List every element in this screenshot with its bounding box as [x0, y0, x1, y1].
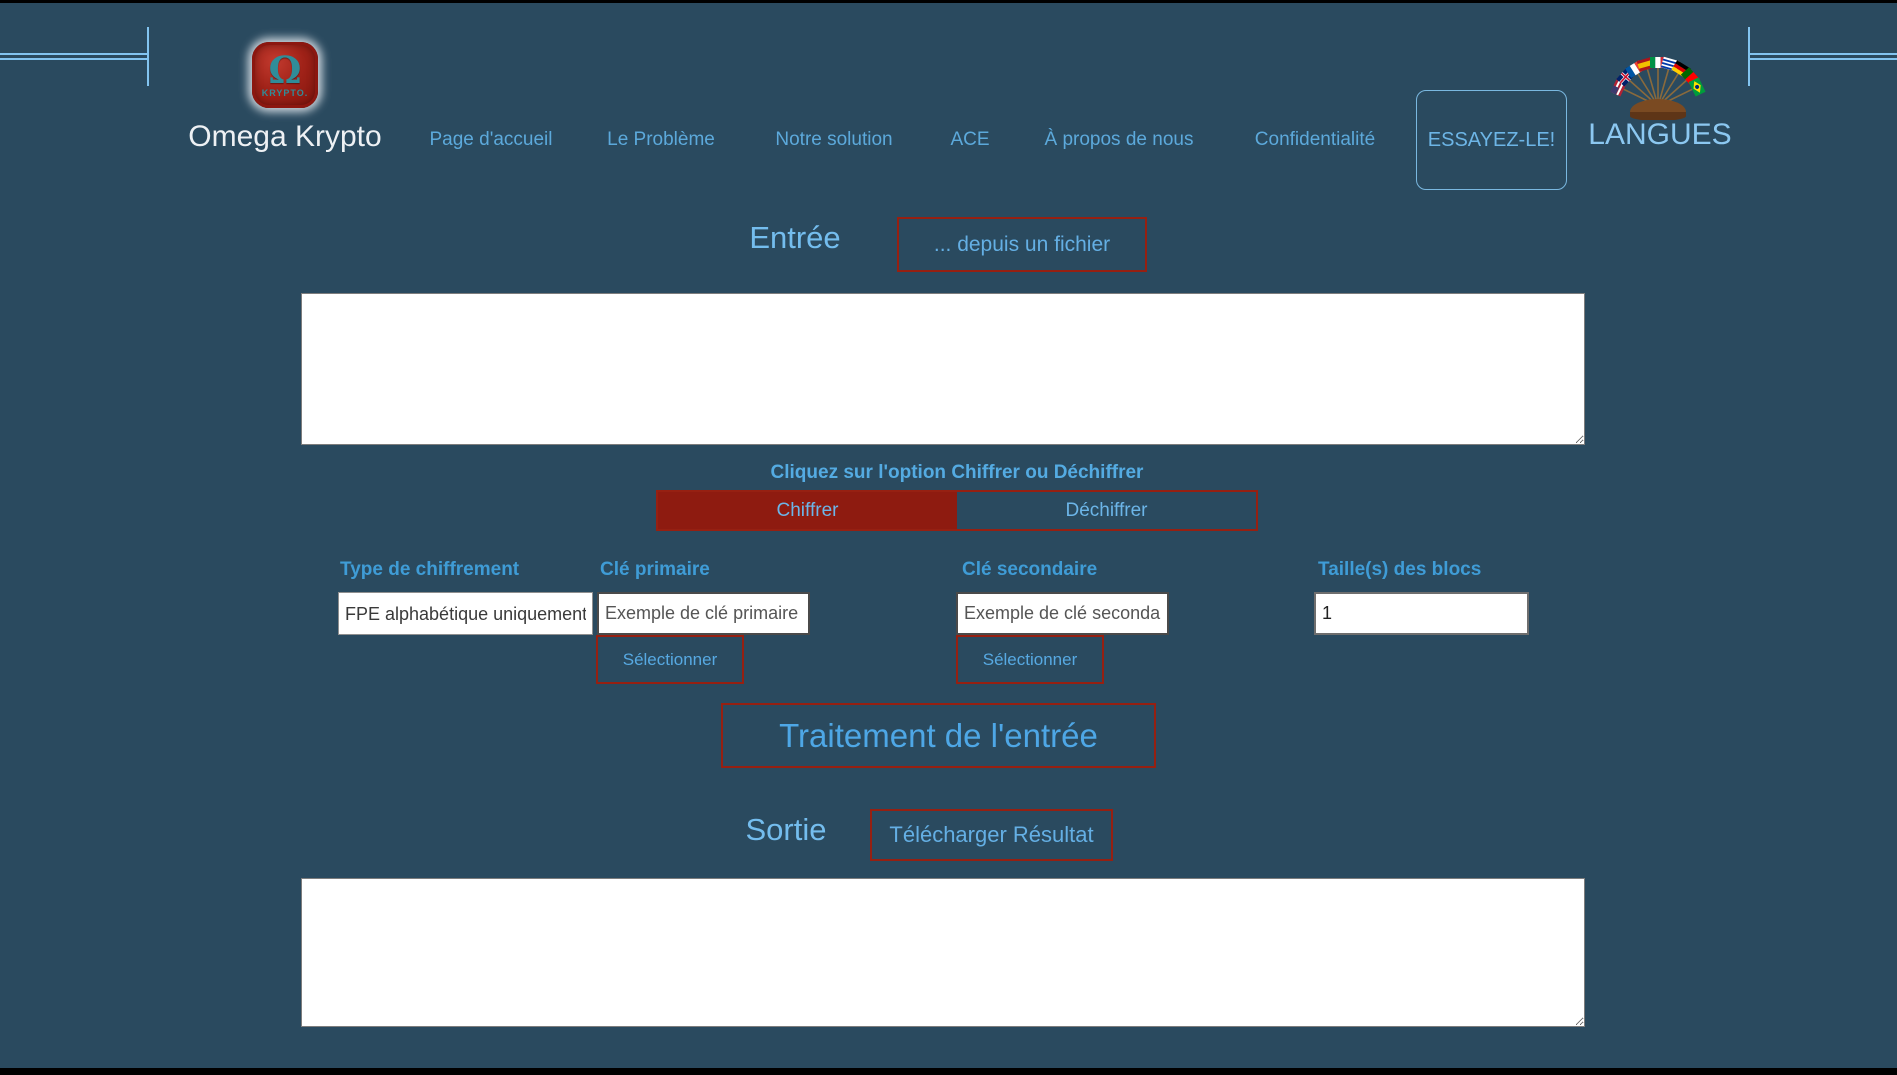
- nav-item-about[interactable]: À propos de nous: [1029, 126, 1209, 154]
- brand-title: Omega Krypto: [170, 120, 400, 154]
- decor-line-right-h1: [1749, 53, 1897, 55]
- primary-key-input[interactable]: [597, 592, 810, 635]
- cipher-type-select[interactable]: FPE alphabétique uniquement: [338, 592, 593, 635]
- decor-line-right-h2: [1749, 58, 1897, 60]
- bottom-edge-strip: [0, 1068, 1897, 1075]
- mode-instruction: Cliquez sur l'option Chiffrer ou Déchiff…: [656, 462, 1258, 484]
- nav-item-solution[interactable]: Notre solution: [754, 126, 914, 154]
- omega-symbol: Ω: [269, 53, 302, 87]
- omega-krypto-logo[interactable]: Ω KRYPTO.: [252, 42, 318, 108]
- output-textarea[interactable]: [301, 878, 1585, 1027]
- try-it-button[interactable]: ESSAYEZ-LE!: [1416, 90, 1567, 190]
- download-result-button[interactable]: Télécharger Résultat: [870, 809, 1113, 861]
- primary-key-select-button[interactable]: Sélectionner: [596, 635, 744, 684]
- decor-line-left-h2: [0, 58, 148, 60]
- language-flags-icon[interactable]: [1588, 44, 1728, 120]
- nav-item-problem[interactable]: Le Problème: [581, 126, 741, 154]
- omega-krypto-page: Ω KRYPTO. Omega Krypto Page d'accueil Le…: [0, 0, 1897, 1075]
- logo-caption: KRYPTO.: [262, 88, 309, 98]
- process-input-button[interactable]: Traitement de l'entrée: [721, 703, 1156, 768]
- input-section-title: Entrée: [725, 220, 865, 256]
- encrypt-button[interactable]: Chiffrer: [658, 492, 957, 529]
- decor-line-right-v: [1748, 27, 1750, 86]
- primary-key-label: Clé primaire: [600, 559, 710, 581]
- top-edge-strip: [0, 0, 1897, 3]
- block-sizes-input[interactable]: [1314, 592, 1529, 635]
- nav-item-privacy[interactable]: Confidentialité: [1225, 126, 1405, 154]
- nav-item-ace[interactable]: ACE: [920, 126, 1020, 154]
- nav-item-home[interactable]: Page d'accueil: [411, 126, 571, 154]
- secondary-key-label: Clé secondaire: [962, 559, 1097, 581]
- input-textarea[interactable]: [301, 293, 1585, 445]
- secondary-key-select-button[interactable]: Sélectionner: [956, 635, 1104, 684]
- mode-toggle: Chiffrer Déchiffrer: [656, 490, 1258, 531]
- decor-line-left-v: [147, 27, 149, 86]
- cipher-type-label: Type de chiffrement: [340, 559, 519, 581]
- secondary-key-input[interactable]: [956, 592, 1169, 635]
- block-sizes-label: Taille(s) des blocs: [1318, 559, 1481, 581]
- decor-line-left-h1: [0, 53, 148, 55]
- languages-label[interactable]: LANGUES: [1587, 118, 1733, 152]
- output-section-title: Sortie: [716, 812, 856, 848]
- decrypt-button[interactable]: Déchiffrer: [957, 492, 1256, 529]
- load-from-file-button[interactable]: ... depuis un fichier: [897, 217, 1147, 272]
